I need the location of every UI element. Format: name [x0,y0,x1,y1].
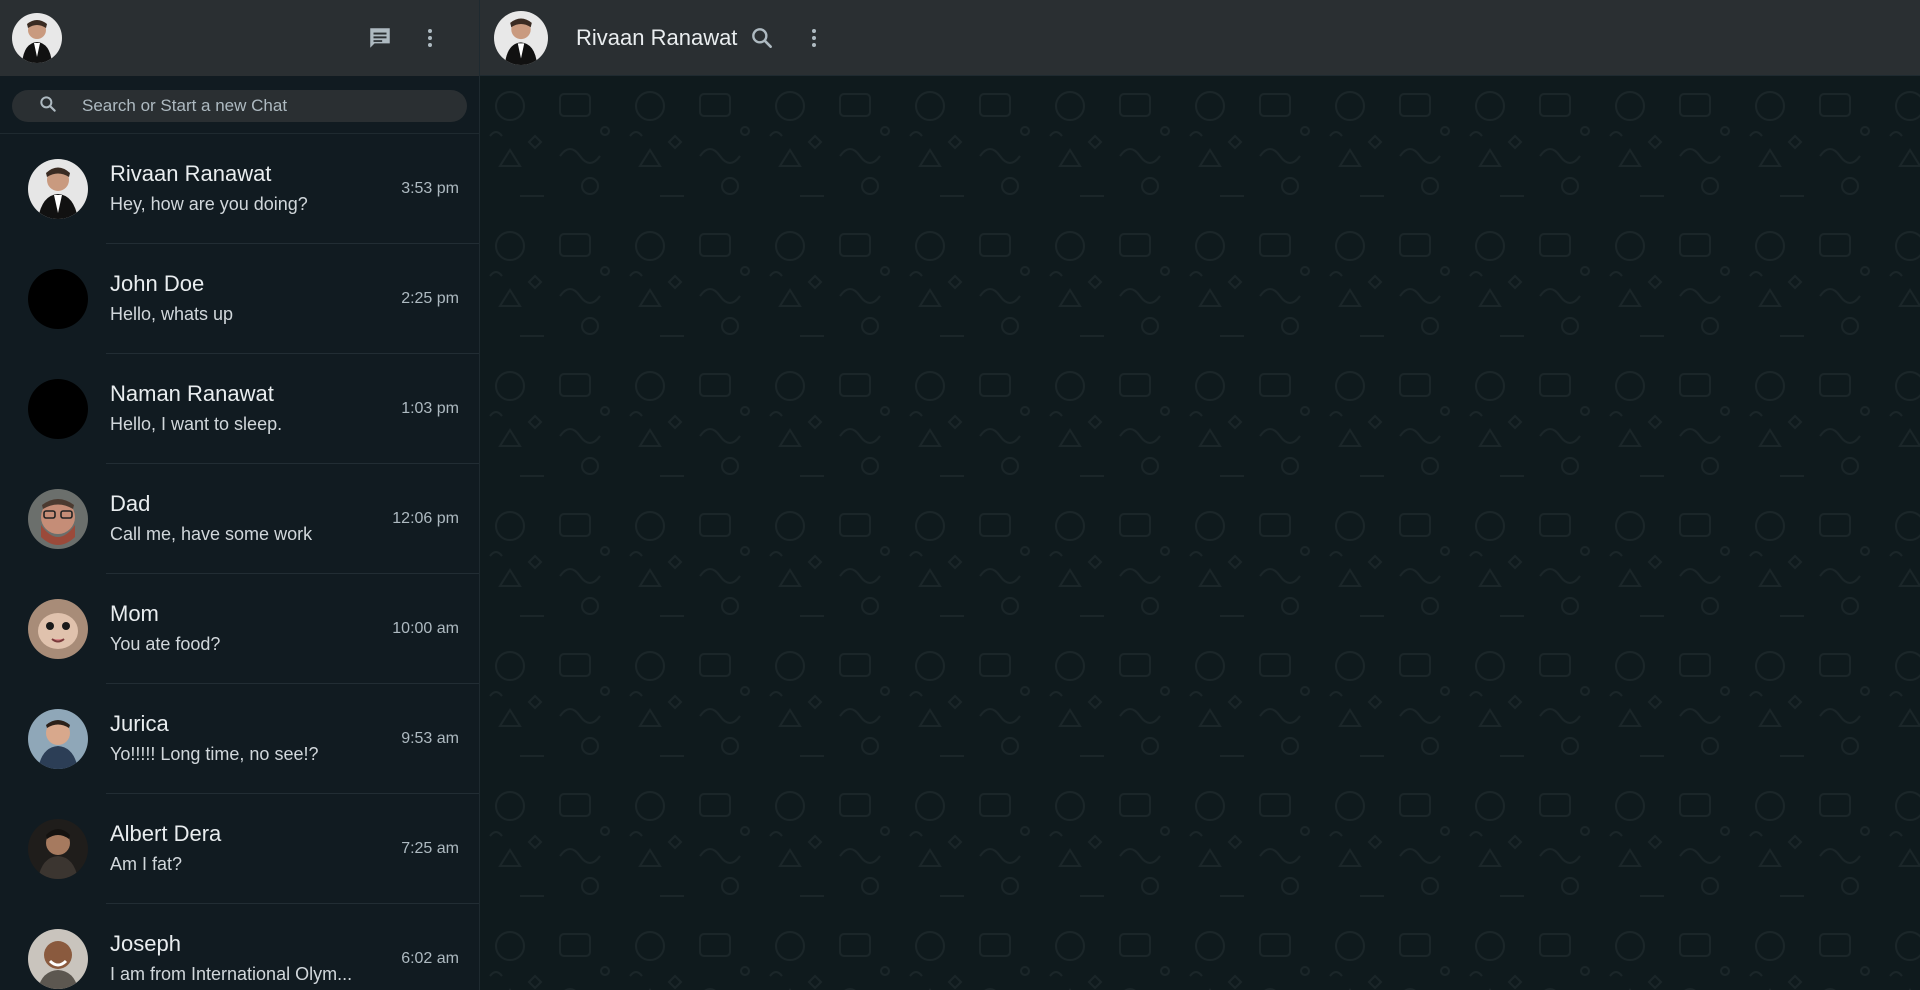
chat-name: Dad [110,491,151,516]
chat-background [480,76,1920,990]
chat-preview: Yo!!!!! Long time, no see!? [110,744,319,764]
chat-preview: Am I fat? [110,854,183,874]
sidebar: Rivaan Ranawat Hey, how are you doing? 3… [0,0,480,990]
chat-time: 12:06 pm [392,510,459,527]
chat-item[interactable]: Joseph I am from International Olym... 6… [0,904,479,990]
chat-header-actions [747,23,829,53]
user-avatar-icon[interactable] [12,13,62,63]
chat-time: 1:03 pm [401,400,459,417]
contact-avatar [28,709,88,769]
chat-preview: Hey, how are you doing? [110,194,308,214]
chat-info: John Doe Hello, whats up [110,271,391,327]
chat-time: 3:53 pm [401,180,459,197]
contact-avatar[interactable] [494,10,548,65]
chat-preview: Hello, whats up [110,304,234,324]
chat-preview: Hello, I want to sleep. [110,414,283,434]
chat-info: Jurica Yo!!!!! Long time, no see!? [110,711,391,767]
chat-preview: Call me, have some work [110,524,313,544]
chat-item[interactable]: Albert Dera Am I fat? 7:25 am [0,794,479,904]
contact-avatar [28,599,88,659]
search-bar [0,76,479,134]
chat-panel: Rivaan Ranawat [480,0,1920,990]
chat-info: Mom You ate food? [110,601,382,657]
chat-info: Joseph I am from International Olym... [110,931,391,987]
chat-time: 6:02 am [401,950,459,967]
more-vertical-icon[interactable] [799,23,829,53]
chat-header: Rivaan Ranawat [480,0,1920,76]
chat-item[interactable]: Dad Call me, have some work 12:06 pm [0,464,479,574]
search-box [12,90,467,122]
chat-list: Rivaan Ranawat Hey, how are you doing? 3… [0,134,479,990]
chat-name: Joseph [110,931,181,956]
chat-time: 7:25 am [401,840,459,857]
contact-avatar [28,159,88,219]
chat-name: Naman Ranawat [110,381,274,406]
chat-preview: You ate food? [110,634,221,654]
chat-time: 9:53 am [401,730,459,747]
chat-item[interactable]: John Doe Hello, whats up 2:25 pm [0,244,479,354]
chat-name: Jurica [110,711,169,736]
contact-avatar [28,819,88,879]
chat-time: 10:00 am [392,620,459,637]
search-input[interactable] [80,95,455,117]
chat-item[interactable]: Mom You ate food? 10:00 am [0,574,479,684]
contact-avatar [28,929,88,989]
contact-avatar [28,269,88,329]
chat-preview: I am from International Olym... [110,964,353,984]
chat-name: Mom [110,601,159,626]
chat-item[interactable]: Naman Ranawat Hello, I want to sleep. 1:… [0,354,479,464]
chat-item[interactable]: Jurica Yo!!!!! Long time, no see!? 9:53 … [0,684,479,794]
chat-info: Naman Ranawat Hello, I want to sleep. [110,381,391,437]
chat-name: Rivaan Ranawat [110,161,272,186]
sidebar-header [0,0,479,76]
search-icon[interactable] [747,23,777,53]
new-chat-icon[interactable] [365,23,395,53]
chat-info: Albert Dera Am I fat? [110,821,391,877]
chat-wallpaper-pattern [480,76,1920,990]
app-window: Rivaan Ranawat Hey, how are you doing? 3… [0,0,1920,990]
chat-name: Albert Dera [110,821,222,846]
chat-time: 2:25 pm [401,290,459,307]
contact-avatar [28,489,88,549]
search-icon [38,94,58,119]
chat-item[interactable]: Rivaan Ranawat Hey, how are you doing? 3… [0,134,479,244]
contact-name: Rivaan Ranawat [576,24,738,50]
chat-name: John Doe [110,271,205,296]
contact-avatar [28,379,88,439]
more-vertical-icon[interactable] [415,23,445,53]
chat-info: Dad Call me, have some work [110,491,382,547]
sidebar-header-actions [365,23,467,53]
chat-info: Rivaan Ranawat Hey, how are you doing? [110,161,391,217]
